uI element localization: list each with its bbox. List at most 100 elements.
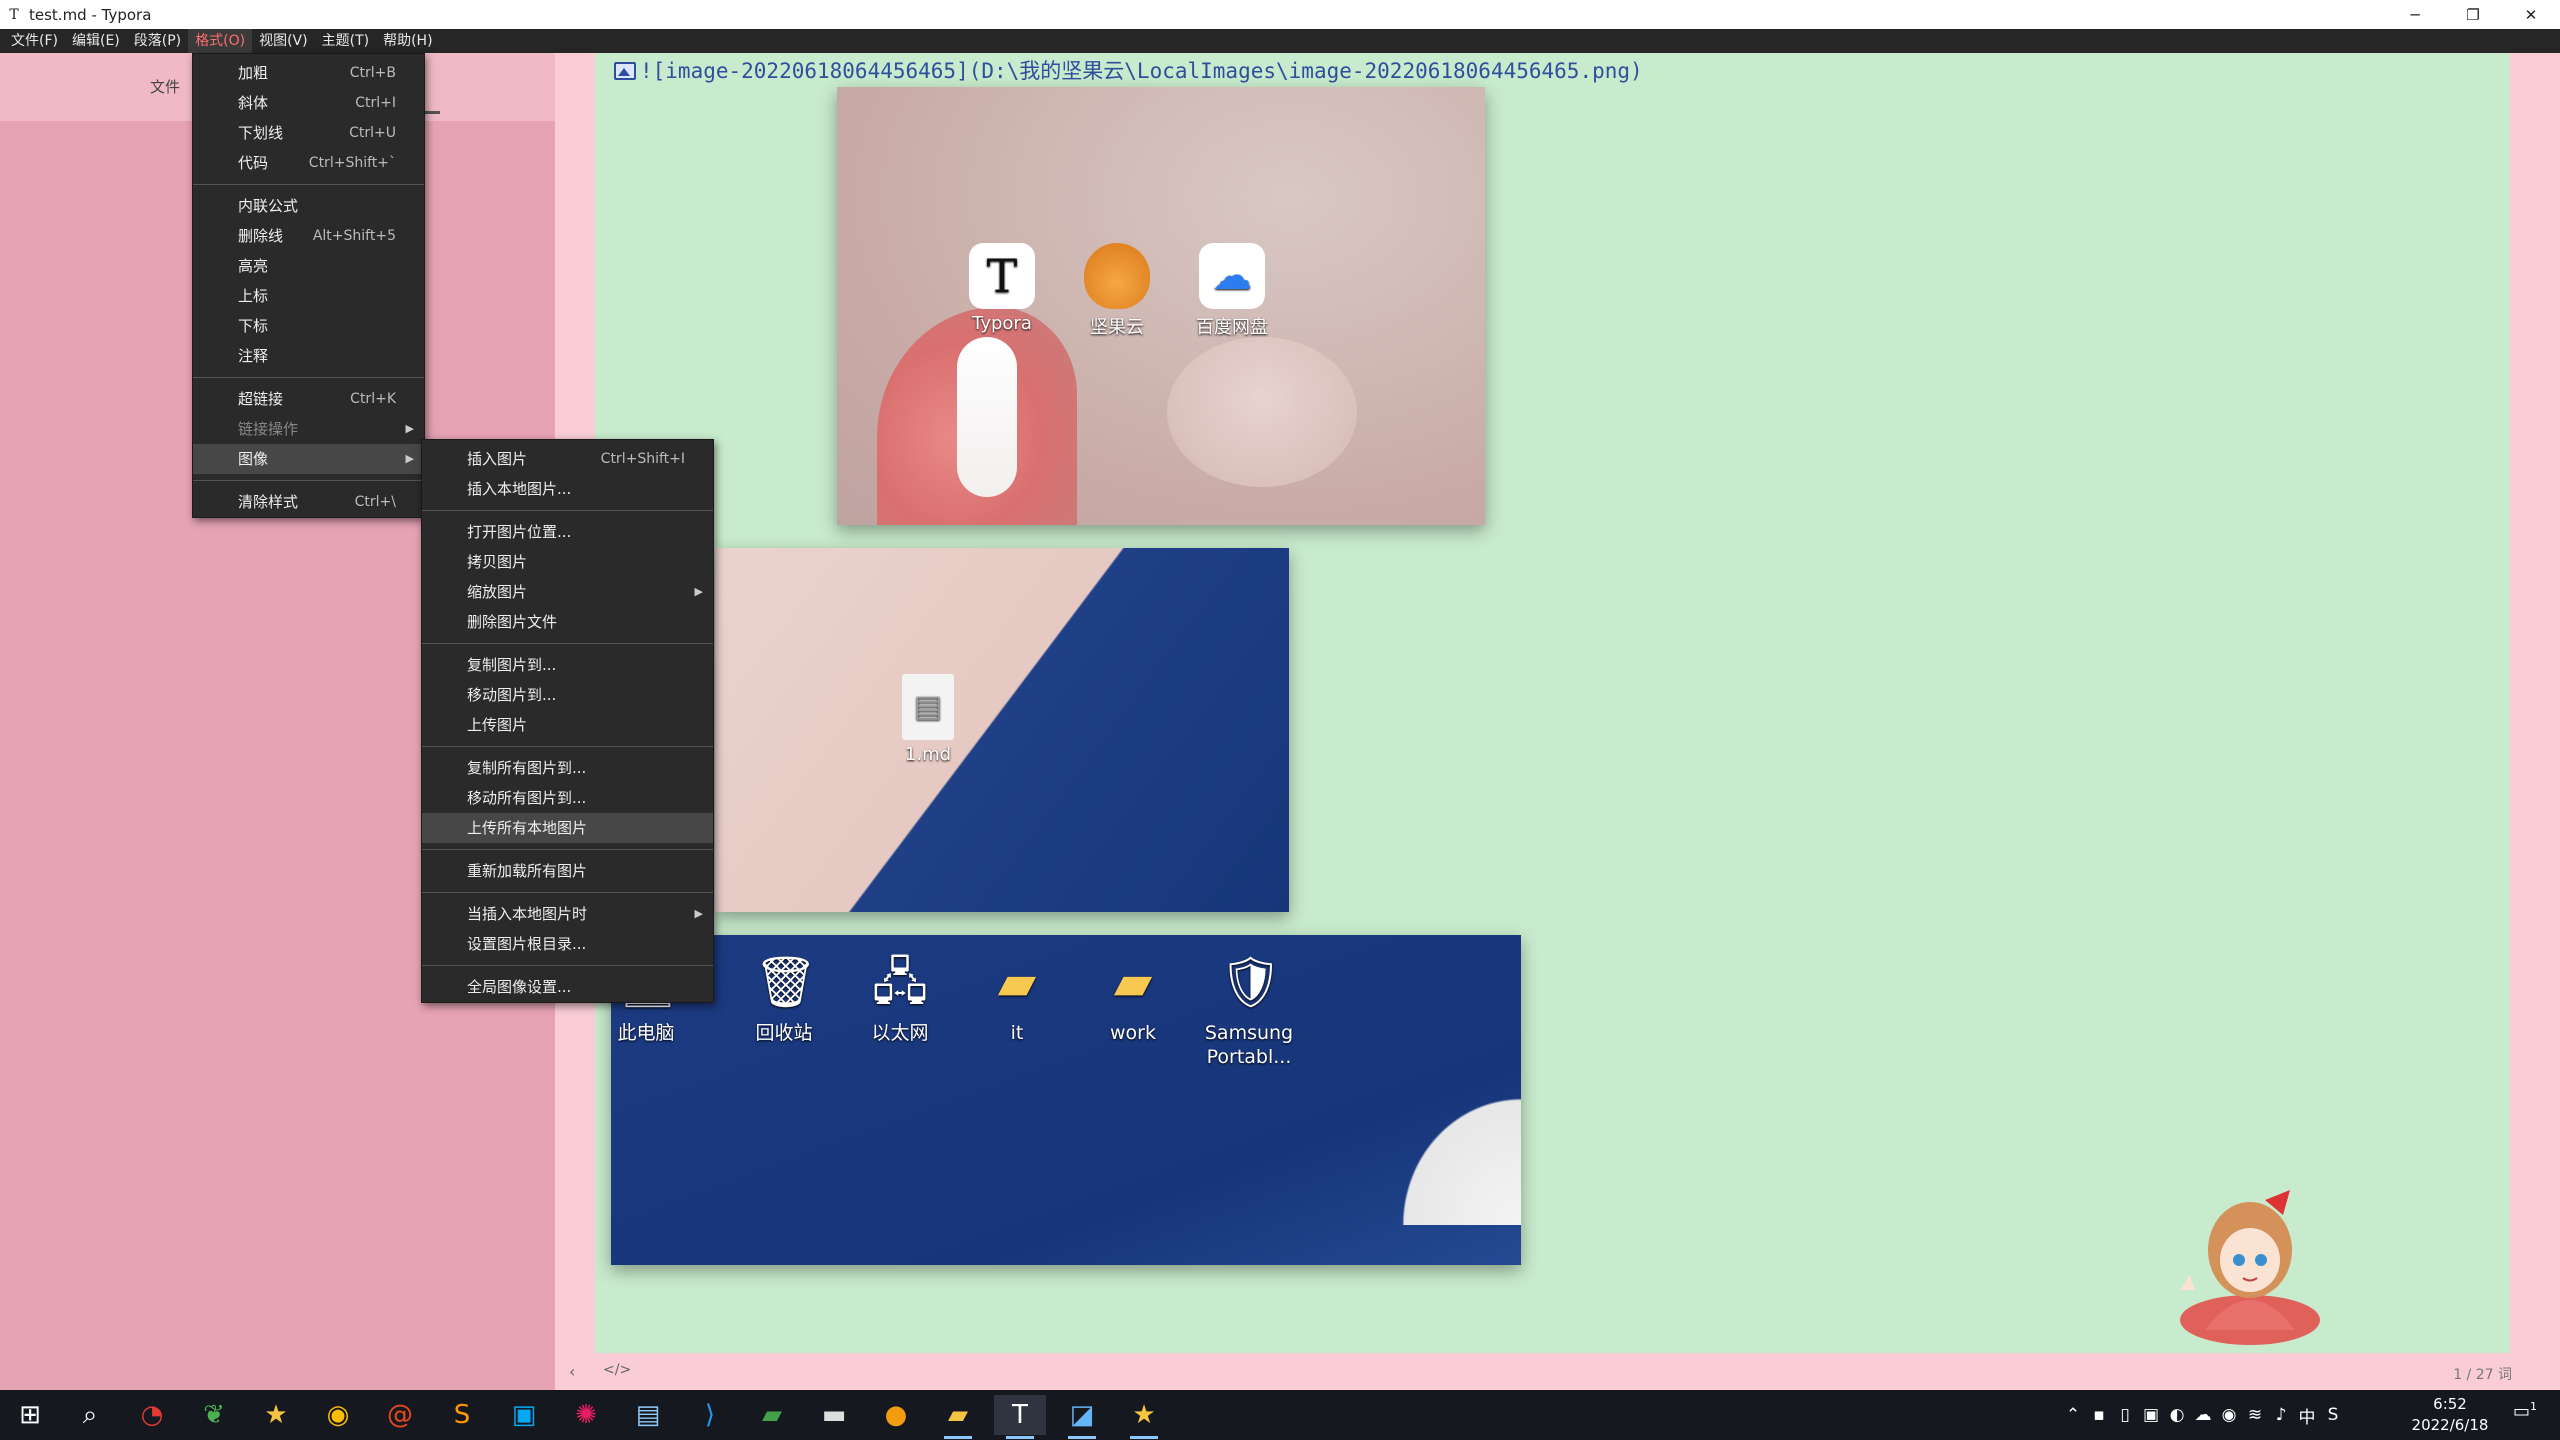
word-count[interactable]: 1 / 27 词 (2453, 1364, 2512, 1384)
close-button[interactable]: ✕ (2502, 0, 2560, 29)
app-icon-blue-square[interactable]: ▣ (498, 1395, 550, 1435)
menu-item-comment[interactable]: 注释 (193, 341, 424, 371)
menu-item-upload-all-local-images[interactable]: 上传所有本地图片 (422, 813, 713, 843)
menu-item-strikethrough[interactable]: 删除线 Alt+Shift+5 (193, 221, 424, 251)
menu-item-code[interactable]: 代码 Ctrl+Shift+` (193, 148, 424, 178)
ime-indicator[interactable]: 中 (2294, 1403, 2320, 1428)
app-icon-green-leaf[interactable]: ❦ (188, 1395, 240, 1435)
tray-blue-icon[interactable]: ▣ (2138, 1405, 2164, 1425)
image-submenu: 插入图片 Ctrl+Shift+I 插入本地图片... 打开图片位置... 拷贝图… (421, 439, 714, 1003)
menu-item-inline-math[interactable]: 内联公式 (193, 191, 424, 221)
menu-item-insert-image[interactable]: 插入图片 Ctrl+Shift+I (422, 444, 713, 474)
tray-cloud-icon[interactable]: ☁ (2190, 1405, 2216, 1425)
toggle-sidebar-icon[interactable]: ‹ (569, 1362, 575, 1381)
sidebar-files-tab[interactable]: 文件 (150, 76, 180, 97)
menu-item-zoom-image[interactable]: 缩放图片 ▶ (422, 577, 713, 607)
terminal-icon[interactable]: ▬ (808, 1395, 860, 1435)
chrome-icon[interactable]: ◉ (312, 1395, 364, 1435)
tray-app-icon[interactable]: ▪ (2086, 1405, 2112, 1425)
menu-item-reload-all-images[interactable]: 重新加载所有图片 (422, 856, 713, 886)
typora-icon: T (969, 243, 1035, 309)
usb-icon[interactable]: ▯ (2112, 1405, 2138, 1425)
menu-item-label: 删除图片文件 (467, 613, 558, 631)
folder-icon: ▰ (1113, 953, 1153, 1011)
clock-time: 6:52 (2433, 1395, 2467, 1413)
vscode-icon[interactable]: ⟩ (684, 1395, 736, 1435)
menu-item-copy-image[interactable]: 拷贝图片 (422, 547, 713, 577)
search-icon[interactable]: ⌕ (64, 1395, 116, 1435)
menu-item-image[interactable]: 图像 ▶ (193, 444, 424, 474)
menu-item-italic[interactable]: 斜体 Ctrl+I (193, 88, 424, 118)
volume-icon[interactable]: ♪ (2268, 1405, 2294, 1425)
menu-item-bold[interactable]: 加粗 Ctrl+B (193, 58, 424, 88)
menu-item-global-image-settings[interactable]: 全局图像设置... (422, 972, 713, 1002)
menu-item-highlight[interactable]: 高亮 (193, 251, 424, 281)
submenu-arrow-icon: ▶ (694, 585, 703, 598)
app-icon-colorful[interactable]: ✺ (560, 1395, 612, 1435)
tray-red-icon[interactable]: ◉ (2216, 1405, 2242, 1425)
menu-edit[interactable]: 编辑(E) (65, 29, 127, 53)
menu-item-open-image-location[interactable]: 打开图片位置... (422, 517, 713, 547)
menu-item-upload-image[interactable]: 上传图片 (422, 710, 713, 740)
jianguoyun-taskbar-icon[interactable]: ● (870, 1395, 922, 1435)
it-folder-label: it (1010, 1022, 1024, 1044)
sublime-icon[interactable]: S (436, 1395, 488, 1435)
star-app-icon[interactable]: ★ (250, 1395, 302, 1435)
app-icon-green[interactable]: ▰ (746, 1395, 798, 1435)
menu-file[interactable]: 文件(F) (4, 29, 65, 53)
wifi-icon[interactable]: ≋ (2242, 1405, 2268, 1425)
menu-item-copy-image-to[interactable]: 复制图片到... (422, 650, 713, 680)
app-icon-orange-spiral[interactable]: @ (374, 1395, 426, 1435)
menu-item-label: 缩放图片 (467, 583, 528, 601)
menu-item-label: 复制所有图片到... (467, 759, 587, 777)
app-icon-red[interactable]: ◔ (126, 1395, 178, 1435)
jianguoyun-icon-label: 坚果云 (1090, 317, 1144, 338)
menu-theme[interactable]: 主题(T) (315, 29, 376, 53)
restore-button[interactable]: ❐ (2444, 0, 2502, 29)
markdown-image-source[interactable]: ![image-20220618064456465](D:\我的坚果云\Loca… (614, 55, 1643, 85)
menu-view[interactable]: 视图(V) (252, 29, 315, 53)
menu-separator (193, 184, 424, 185)
menu-item-delete-image-file[interactable]: 删除图片文件 (422, 607, 713, 637)
app-icon-blue[interactable]: ◪ (1056, 1395, 1108, 1439)
chevron-up-icon[interactable]: ⌃ (2060, 1405, 2086, 1425)
embedded-image-3[interactable]: 🖥 此电脑 🗑 回收站 🖧 以太网 ▰ it ▰ work 🛡 Samsung … (611, 935, 1521, 1265)
typora-taskbar-icon[interactable]: T (994, 1395, 1046, 1439)
menu-item-hyperlink[interactable]: 超链接 Ctrl+K (193, 384, 424, 414)
menu-item-clear-format[interactable]: 清除样式 Ctrl+\ (193, 487, 424, 517)
menu-item-label: 代码 (238, 154, 269, 172)
menu-item-move-image-to[interactable]: 移动图片到... (422, 680, 713, 710)
mascot-character (2180, 1190, 2320, 1345)
markdown-image-text[interactable]: ![image-20220618064456465](D:\我的坚果云\Loca… (640, 59, 1643, 83)
windows-start-icon[interactable]: ⊞ (4, 1395, 56, 1435)
menu-paragraph[interactable]: 段落(P) (127, 29, 188, 53)
status-bar: ‹ </> 1 / 27 词 (555, 1353, 2560, 1390)
menu-item-set-image-root[interactable]: 设置图片根目录... (422, 929, 713, 959)
tray-green-icon[interactable]: ◐ (2164, 1405, 2190, 1425)
submenu-arrow-icon: ▶ (405, 452, 414, 465)
menu-item-insert-local-image[interactable]: 插入本地图片... (422, 474, 713, 504)
source-mode-icon[interactable]: </> (603, 1362, 631, 1378)
acorn-icon (1084, 243, 1150, 309)
clock[interactable]: 6:52 2022/6/18 (2395, 1394, 2505, 1436)
file-explorer-icon[interactable]: ▰ (932, 1395, 984, 1439)
remote-desktop-icon[interactable]: ▤ (622, 1395, 674, 1435)
notification-center-icon[interactable]: ▭1 (2505, 1400, 2545, 1422)
menu-item-underline[interactable]: 下划线 Ctrl+U (193, 118, 424, 148)
minimize-button[interactable]: ─ (2386, 0, 2444, 29)
embedded-image-2[interactable]: ▤ 1.md (715, 548, 1289, 912)
menu-item-superscript[interactable]: 上标 (193, 281, 424, 311)
input-method-icon[interactable]: S (2320, 1405, 2346, 1425)
embedded-image-1[interactable]: T Typora 坚果云 ☁ 百度网盘 (837, 87, 1485, 525)
menu-item-move-all-images-to[interactable]: 移动所有图片到... (422, 783, 713, 813)
baidu-netdisk-icon-label: 百度网盘 (1196, 317, 1268, 338)
menu-item-subscript[interactable]: 下标 (193, 311, 424, 341)
image-icon (614, 62, 636, 80)
menu-separator (422, 849, 713, 850)
menu-item-label: 内联公式 (238, 197, 299, 215)
menu-format[interactable]: 格式(O) (188, 29, 253, 53)
menu-item-copy-all-images-to[interactable]: 复制所有图片到... (422, 753, 713, 783)
menu-help[interactable]: 帮助(H) (376, 29, 439, 53)
menu-item-when-insert-local-image[interactable]: 当插入本地图片时 ▶ (422, 899, 713, 929)
star-app-icon-2[interactable]: ★ (1118, 1395, 1170, 1439)
